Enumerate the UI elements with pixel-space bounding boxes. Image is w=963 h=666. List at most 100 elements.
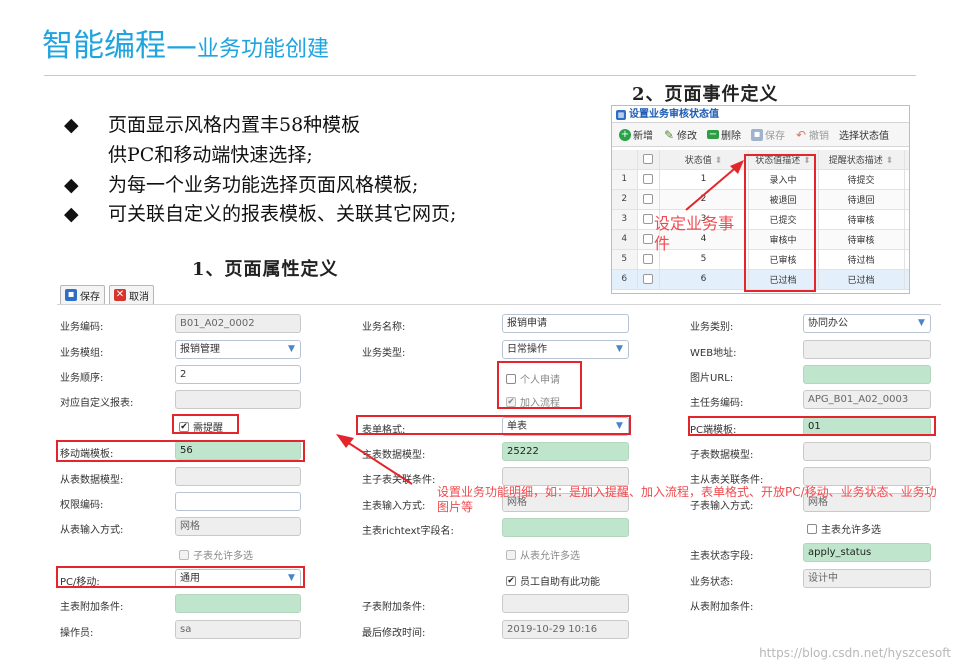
save-button[interactable]: ▪ 保存 — [747, 126, 789, 144]
bullet-text: 为每一个业务功能选择页面风格模板; — [108, 174, 419, 196]
form-divider — [57, 304, 941, 305]
sub-multi-checkbox[interactable]: 子表允许多选 — [179, 547, 253, 562]
status-field-field[interactable]: apply_status — [803, 543, 931, 562]
edit-button[interactable]: ✎ 修改 — [659, 126, 701, 144]
modified-field[interactable]: 2019-10-29 10:16 — [502, 620, 629, 639]
sub-model-field[interactable] — [175, 467, 301, 486]
perm-field[interactable] — [175, 492, 301, 511]
remind-highlight — [172, 414, 239, 434]
master-multi-checkbox[interactable]: 主表允许多选 — [807, 521, 881, 536]
slide-title: 智能编程—业务功能创建 — [42, 20, 329, 65]
modified-label: 最后修改时间: — [362, 628, 426, 639]
bullet-1: ◆ 页面显示风格内置丰58种模板 — [64, 110, 360, 137]
code-label: 业务编码: — [60, 322, 104, 333]
callout-form-arrow — [336, 434, 413, 485]
undo-button[interactable]: ↶ 撤销 — [791, 126, 833, 144]
property-form: ▪ 保存 ✕ 取消 业务编码: B01_A02_0002 业务模组: 报销管理 ▼ 业… — [57, 285, 941, 647]
plus-icon: + — [619, 128, 631, 141]
master-sub-rel-field[interactable] — [803, 467, 931, 486]
callout-form: 设置业务功能明细，如：是加入提醒、加入流程，表单格式、开放PC/移动、业务状态、… — [437, 485, 937, 514]
chevron-down-icon: ▼ — [616, 344, 623, 354]
bullet-text: 可关联自定义的报表模板、关联其它网页; — [108, 203, 457, 225]
code-field[interactable]: B01_A02_0002 — [175, 314, 301, 333]
state-field[interactable]: 设计中 — [803, 569, 931, 588]
parent-field[interactable]: APG_B01_A02_0003 — [803, 390, 931, 409]
richtext-field[interactable] — [502, 518, 629, 537]
check-icon: ✔ — [506, 575, 516, 586]
image-label: 图片URL: — [690, 373, 734, 384]
form-save-button[interactable]: ▪ 保存 — [60, 285, 105, 305]
event-window-title: ▦ 设置业务审核状态值 — [612, 106, 909, 123]
title-main: 智能编程 — [42, 28, 166, 64]
callout-event: 设定业务事件 — [654, 214, 735, 253]
select-all-checkbox[interactable] — [637, 150, 660, 170]
floppy-icon: ▪ — [65, 289, 77, 301]
window-icon: ▦ — [616, 110, 626, 120]
slave-multi-checkbox[interactable]: 从表允许多选 — [506, 547, 580, 562]
operator-label: 操作员: — [60, 628, 94, 639]
staff-checkbox[interactable]: ✔ 员工自助有此功能 — [506, 573, 600, 588]
child-model-field[interactable] — [803, 442, 931, 461]
section-attr-title: 1、页面属性定义 — [192, 259, 339, 280]
sub-input-field[interactable]: 网格 — [175, 517, 301, 536]
master-cond-label: 主表附加条件: — [60, 602, 124, 613]
report-label: 对应自定义报表: — [60, 398, 134, 409]
select-status-button[interactable]: 选择状态值 — [835, 126, 893, 144]
name-field[interactable]: 报销申请 — [502, 314, 629, 333]
perm-label: 权限编码: — [60, 500, 104, 511]
watermark: https://blog.csdn.net/hyszcesoft — [759, 646, 951, 660]
chevron-down-icon: ▼ — [918, 318, 925, 328]
callout-event-arrow — [685, 160, 744, 211]
pc-mobile-highlight — [56, 566, 305, 588]
bullet-text: 页面显示风格内置丰58种模板 — [108, 114, 361, 136]
web-label: WEB地址: — [690, 348, 737, 359]
report-field[interactable] — [175, 390, 301, 409]
section-event-title: 2、页面事件定义 — [632, 84, 779, 105]
bullet-1-cont: 供PC和移动端快速选择; — [108, 144, 313, 166]
operator-field[interactable]: sa — [175, 620, 301, 639]
bullet-diamond-icon: ◆ — [64, 174, 79, 196]
child-model-label: 子表数据模型: — [690, 450, 754, 461]
row-checkbox[interactable] — [637, 189, 660, 210]
order-label: 业务顺序: — [60, 373, 104, 384]
module-label: 业务模组: — [60, 348, 104, 359]
child-cond-label: 子表附加条件: — [362, 602, 426, 613]
master-model-field[interactable]: 25222 — [502, 442, 629, 461]
title-sub: 业务功能创建 — [197, 37, 330, 62]
bullet-2: ◆ 为每一个业务功能选择页面风格模板; — [64, 170, 418, 197]
title-dash: — — [166, 28, 197, 64]
desc-column-highlight — [744, 154, 816, 292]
type-select[interactable]: 日常操作 ▼ — [502, 340, 629, 359]
sub-input-label: 从表输入方式: — [60, 525, 124, 536]
web-field[interactable] — [803, 340, 931, 359]
master-cond-field[interactable] — [175, 594, 301, 613]
status-field-label: 主表状态字段: — [690, 551, 754, 562]
pc-template-highlight — [688, 416, 936, 436]
minus-icon: − — [707, 129, 719, 140]
slide: 智能编程—业务功能创建 ◆ 页面显示风格内置丰58种模板 供PC和移动端快速选择;… — [0, 0, 963, 666]
name-label: 业务名称: — [362, 322, 406, 333]
row-checkbox[interactable] — [637, 169, 660, 190]
close-icon: ✕ — [114, 289, 126, 301]
master-input-label: 主表输入方式: — [362, 501, 426, 512]
add-button[interactable]: + 新增 — [615, 126, 657, 144]
delete-button[interactable]: − 删除 — [703, 126, 745, 144]
sort-icon: ⬍ — [885, 155, 894, 166]
richtext-label: 主表richtext字段名: — [362, 526, 454, 537]
floppy-icon: ▪ — [751, 128, 763, 141]
mobile-template-highlight — [56, 440, 305, 462]
form-cancel-button[interactable]: ✕ 取消 — [109, 285, 154, 305]
child-cond-field[interactable] — [502, 594, 629, 613]
child-rel-field[interactable] — [502, 467, 629, 486]
event-toolbar: + 新增 ✎ 修改 − 删除 ▪ 保存 ↶ 撤销 选择状态值 — [612, 123, 909, 147]
category-label: 业务类别: — [690, 322, 734, 333]
chevron-down-icon: ▼ — [288, 344, 295, 354]
module-select[interactable]: 报销管理 ▼ — [175, 340, 301, 359]
col-header-remind[interactable]: 提醒状态描述 ⬍ — [818, 150, 905, 170]
order-field[interactable]: 2 — [175, 365, 301, 384]
master-sub-rel-label: 主从表关联条件: — [690, 475, 764, 486]
pencil-icon: ✎ — [663, 127, 675, 142]
category-select[interactable]: 协同办公 ▼ — [803, 314, 931, 333]
image-field[interactable] — [803, 365, 931, 384]
sub-model-label: 从表数据模型: — [60, 475, 124, 486]
